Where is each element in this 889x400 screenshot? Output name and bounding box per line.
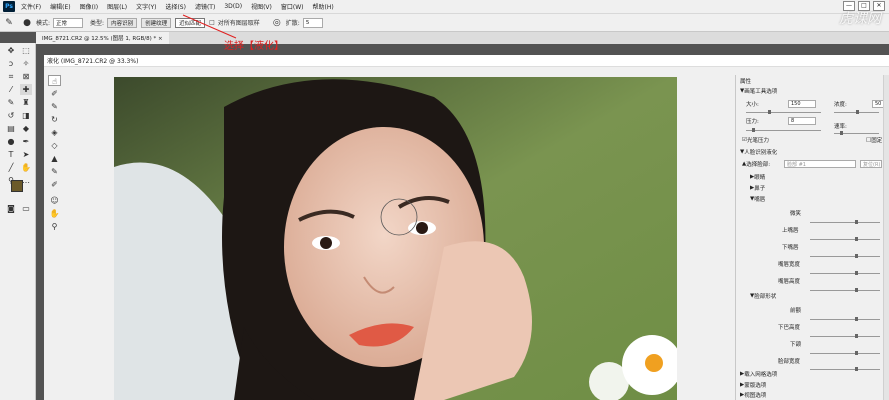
pressure-slider[interactable]: [746, 128, 821, 132]
screen-mode-icon[interactable]: ▭: [20, 203, 32, 214]
callout-label: 选择【液化】: [224, 41, 284, 52]
face-width-label: 脸部宽度: [778, 359, 801, 365]
face-tool-icon[interactable]: ☺: [48, 195, 61, 206]
size-label: 大小:: [746, 102, 759, 108]
type-tool-icon[interactable]: T: [5, 149, 17, 160]
face-liquify-section[interactable]: ▼ 人脸识别液化: [740, 147, 777, 157]
pressure-label: 压力:: [746, 119, 759, 125]
twirl-tool-icon[interactable]: ↻: [48, 114, 61, 125]
select-face-dropdown[interactable]: 脸部 #1: [784, 159, 856, 169]
zoom-tool-liquify-icon[interactable]: ⚲: [48, 221, 61, 232]
stylus-pressure-checkbox[interactable]: ☑ 光笔压力: [742, 135, 769, 145]
history-brush-icon[interactable]: ↺: [5, 110, 17, 121]
smooth-tool-icon[interactable]: ✎: [48, 101, 61, 112]
pressure-input[interactable]: 8: [788, 116, 816, 126]
freeze-mask-tool-icon[interactable]: ✎: [48, 166, 61, 177]
lip-height-label: 嘴唇高度: [778, 279, 801, 285]
lower-lip-slider[interactable]: [810, 254, 880, 258]
eyes-subsection[interactable]: ▶ 眼睛: [750, 172, 765, 182]
dodge-tool-icon[interactable]: ●: [5, 136, 17, 147]
preview-canvas[interactable]: [114, 77, 677, 400]
lip-width-slider[interactable]: [810, 271, 880, 275]
rate-label: 速率:: [834, 124, 847, 130]
properties-panel: 属性 ▼ 画笔工具选项 大小: 150 浓度: 50 压力: 8 速率: ☑ 光…: [735, 75, 889, 400]
lip-height-slider[interactable]: [810, 288, 880, 292]
size-slider[interactable]: [746, 110, 821, 114]
hand-tool-icon[interactable]: ✋: [20, 162, 32, 173]
forehead-slider[interactable]: [810, 317, 880, 321]
rate-slider[interactable]: [834, 131, 879, 135]
jawline-label: 下颌: [790, 342, 802, 348]
gradient-tool-icon[interactable]: ▤: [5, 123, 17, 134]
properties-scrollbar[interactable]: [883, 75, 889, 400]
density-label: 浓度:: [834, 102, 847, 108]
stamp-tool-icon[interactable]: ♜: [20, 97, 32, 108]
density-slider[interactable]: [834, 110, 879, 114]
lip-width-label: 嘴唇宽度: [778, 262, 801, 268]
reconstruct-tool-icon[interactable]: ✐: [48, 88, 61, 99]
chin-height-slider[interactable]: [810, 334, 880, 338]
jawline-slider[interactable]: [810, 351, 880, 355]
reset-button[interactable]: 复位(R): [860, 159, 882, 169]
foreground-color-swatch[interactable]: [11, 180, 23, 192]
path-select-icon[interactable]: ➤: [20, 149, 32, 160]
forward-warp-tool-icon[interactable]: ☝: [48, 75, 61, 86]
smile-label: 微笑: [790, 211, 802, 217]
eraser-icon[interactable]: ◨: [20, 110, 32, 121]
lower-lip-label: 下嘴唇: [782, 245, 799, 251]
thaw-mask-tool-icon[interactable]: ✐: [48, 179, 61, 190]
push-left-tool-icon[interactable]: ▲: [48, 153, 61, 164]
properties-header: 属性: [740, 79, 752, 85]
liquify-tools: ☝ ✐ ✎ ↻ ◈ ◇ ▲ ✎ ✐ ☺ ✋ ⚲: [46, 73, 64, 400]
healing-brush-tool-icon[interactable]: ✚: [20, 84, 32, 95]
quick-mask-icon[interactable]: ◙: [5, 203, 17, 214]
view-options-section[interactable]: ▶ 视图选项: [740, 390, 766, 400]
upper-lip-slider[interactable]: [810, 237, 880, 241]
face-width-slider[interactable]: [810, 367, 880, 371]
blur-tool-icon[interactable]: ◆: [20, 123, 32, 134]
nose-subsection[interactable]: ▶ 鼻子: [750, 183, 765, 193]
load-mesh-section[interactable]: ▶ 载入网格选项: [740, 369, 777, 379]
face-shape-subsection[interactable]: ▼ 脸部形状: [750, 291, 776, 301]
chin-height-label: 下巴高度: [778, 325, 801, 331]
mask-options-section[interactable]: ▶ 蒙版选项: [740, 380, 766, 390]
tools-panel: ✥ ⬚ ↄ ✧ ⌗ ⊠ ⁄ ✚ ✎ ♜ ↺ ◨ ▤ ◆ ● ✒ T ➤ ╱ ✋ …: [0, 43, 36, 400]
brush-tool-icon[interactable]: ✎: [5, 97, 17, 108]
bloat-tool-icon[interactable]: ◇: [48, 140, 61, 151]
crop-tool-icon[interactable]: ⌗: [5, 71, 17, 82]
lips-subsection[interactable]: ▼ 嘴唇: [750, 194, 765, 204]
brush-options-section[interactable]: ▼ 画笔工具选项: [740, 86, 777, 96]
pucker-tool-icon[interactable]: ◈: [48, 127, 61, 138]
frame-tool-icon[interactable]: ⊠: [20, 71, 32, 82]
line-tool-icon[interactable]: ╱: [5, 162, 17, 173]
size-input[interactable]: 150: [788, 99, 816, 109]
select-face-label: ▲ 选择脸部:: [742, 161, 771, 168]
upper-lip-label: 上嘴唇: [782, 228, 799, 234]
pin-edges-checkbox[interactable]: □ 固定: [866, 135, 882, 145]
portrait-photo: [114, 77, 677, 400]
eyedropper-icon[interactable]: ⁄: [5, 84, 17, 95]
forehead-label: 前额: [790, 308, 802, 314]
callout-arrow: [182, 14, 237, 39]
hand-tool-liquify-icon[interactable]: ✋: [48, 208, 61, 219]
smile-slider[interactable]: [810, 220, 880, 224]
pen-tool-icon[interactable]: ✒: [20, 136, 32, 147]
